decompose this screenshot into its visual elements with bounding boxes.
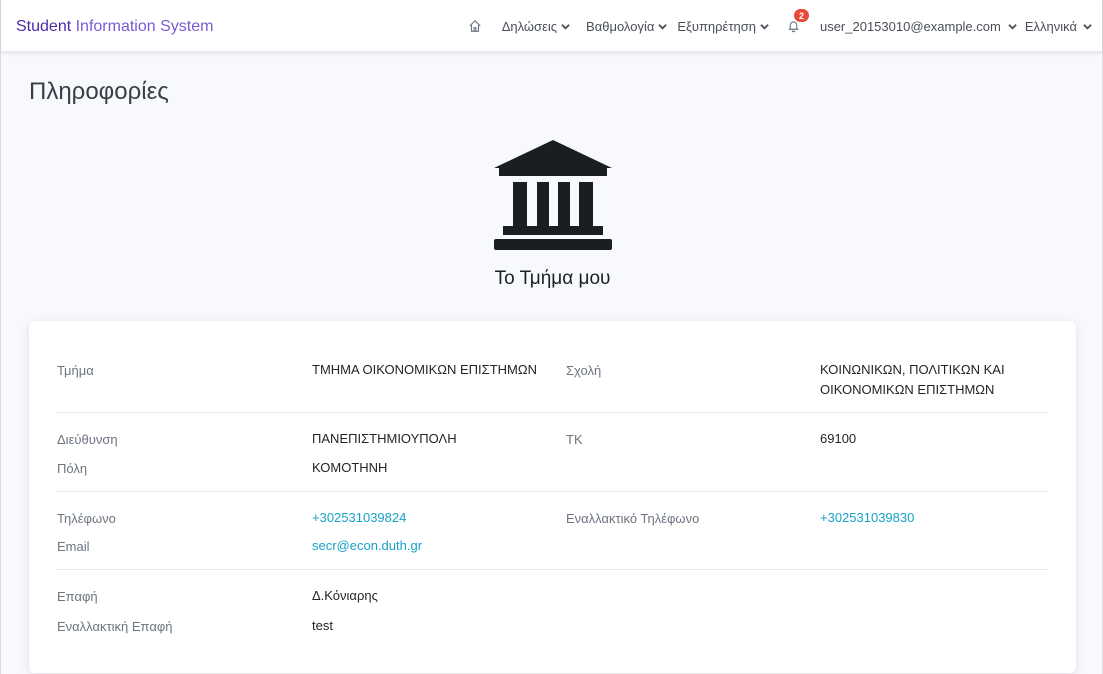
school-value: ΚΟΙΝΩΝΙΚΩΝ, ΠΟΛΙΤΙΚΩΝ ΚΑΙ ΟΙΚΟΝΟΜΙΚΩΝ ΕΠ… (820, 360, 1005, 400)
school-label: Σχολή (566, 363, 602, 378)
alt-contact-label: Εναλλακτική Επαφή (57, 619, 173, 634)
contact-value: Δ.Κόνιαρης (312, 588, 378, 603)
phone-link[interactable]: +302531039824 (312, 508, 406, 528)
nav-menu-declarations-label: Δηλώσεις (501, 18, 558, 34)
divider (57, 491, 1048, 492)
address-label: Διεύθυνση (57, 432, 118, 447)
city-label: Πόλη (57, 461, 88, 476)
chevron-down-icon (1083, 23, 1092, 30)
nav-menu-declarations[interactable]: Δηλώσεις (502, 19, 570, 34)
divider (57, 412, 1048, 413)
alt-contact-value: test (312, 618, 333, 633)
user-email: user_20153010@example.com (819, 18, 1001, 34)
postal-code-value: 69100 (820, 431, 857, 446)
brand-logo[interactable]: Student Information System (16, 18, 213, 36)
department-label: Τμήμα (57, 363, 94, 378)
alt-phone-link[interactable]: +302531039830 (820, 508, 914, 528)
notifications-button[interactable]: 2 (787, 9, 809, 33)
home-icon[interactable] (464, 19, 482, 33)
chevron-down-icon (561, 23, 570, 30)
alt-phone-label: Εναλλακτικό Τηλέφωνο (566, 511, 700, 526)
notification-badge: 2 (793, 9, 809, 22)
postal-code-label: ΤΚ (566, 432, 583, 447)
chevron-down-icon (1008, 23, 1017, 30)
brand-part2: Information System (75, 18, 214, 35)
my-department-caption: Το Τμήμα μου (494, 268, 611, 289)
phone-label: Τηλέφωνο (57, 511, 116, 526)
school-value-line2: ΟΙΚΟΝΟΜΙΚΩΝ ΕΠΙΣΤΗΜΩΝ (820, 382, 995, 397)
school-value-line1: ΚΟΙΝΩΝΙΚΩΝ, ΠΟΛΙΤΙΚΩΝ ΚΑΙ (820, 362, 1005, 377)
brand-part1: Student (16, 18, 72, 35)
email-link[interactable]: secr@econ.duth.gr (312, 536, 422, 556)
city-value: ΚΟΜΟΤΗΝΗ (312, 460, 388, 475)
nav-menu-services-label: Εξυπηρέτηση (677, 18, 756, 34)
nav-right: Δηλώσεις Βαθμολογία Εξυπηρέτηση 2 user_2… (464, 0, 1092, 52)
nav-menu-grades-label: Βαθμολογία (586, 18, 655, 34)
chevron-down-icon (658, 23, 668, 30)
email-label: Email (57, 539, 90, 554)
nav-menu-grades[interactable]: Βαθμολογία (586, 18, 668, 34)
language-menu[interactable]: Ελληνικά (1025, 19, 1092, 34)
university-building-icon (494, 140, 612, 250)
address-value: ΠΑΝΕΠΙΣΤΗΜΙΟΥΠΟΛΗ (312, 431, 457, 446)
page-title: Πληροφορίες (29, 78, 169, 105)
department-value: ΤΜΗΜΑ ΟΙΚΟΝΟΜΙΚΩΝ ΕΠΙΣΤΗΜΩΝ (312, 362, 537, 377)
contact-label: Επαφή (57, 589, 98, 604)
language-label: Ελληνικά (1024, 18, 1077, 34)
divider (57, 569, 1048, 570)
top-navbar: Student Information System Δηλώσεις Βαθμ… (1, 0, 1102, 52)
chevron-down-icon (760, 23, 769, 30)
department-info-card: Τμήμα ΤΜΗΜΑ ΟΙΚΟΝΟΜΙΚΩΝ ΕΠΙΣΤΗΜΩΝ Σχολή … (29, 321, 1076, 673)
nav-menu-services[interactable]: Εξυπηρέτηση (677, 19, 769, 34)
user-menu[interactable]: user_20153010@example.com (820, 19, 1017, 34)
